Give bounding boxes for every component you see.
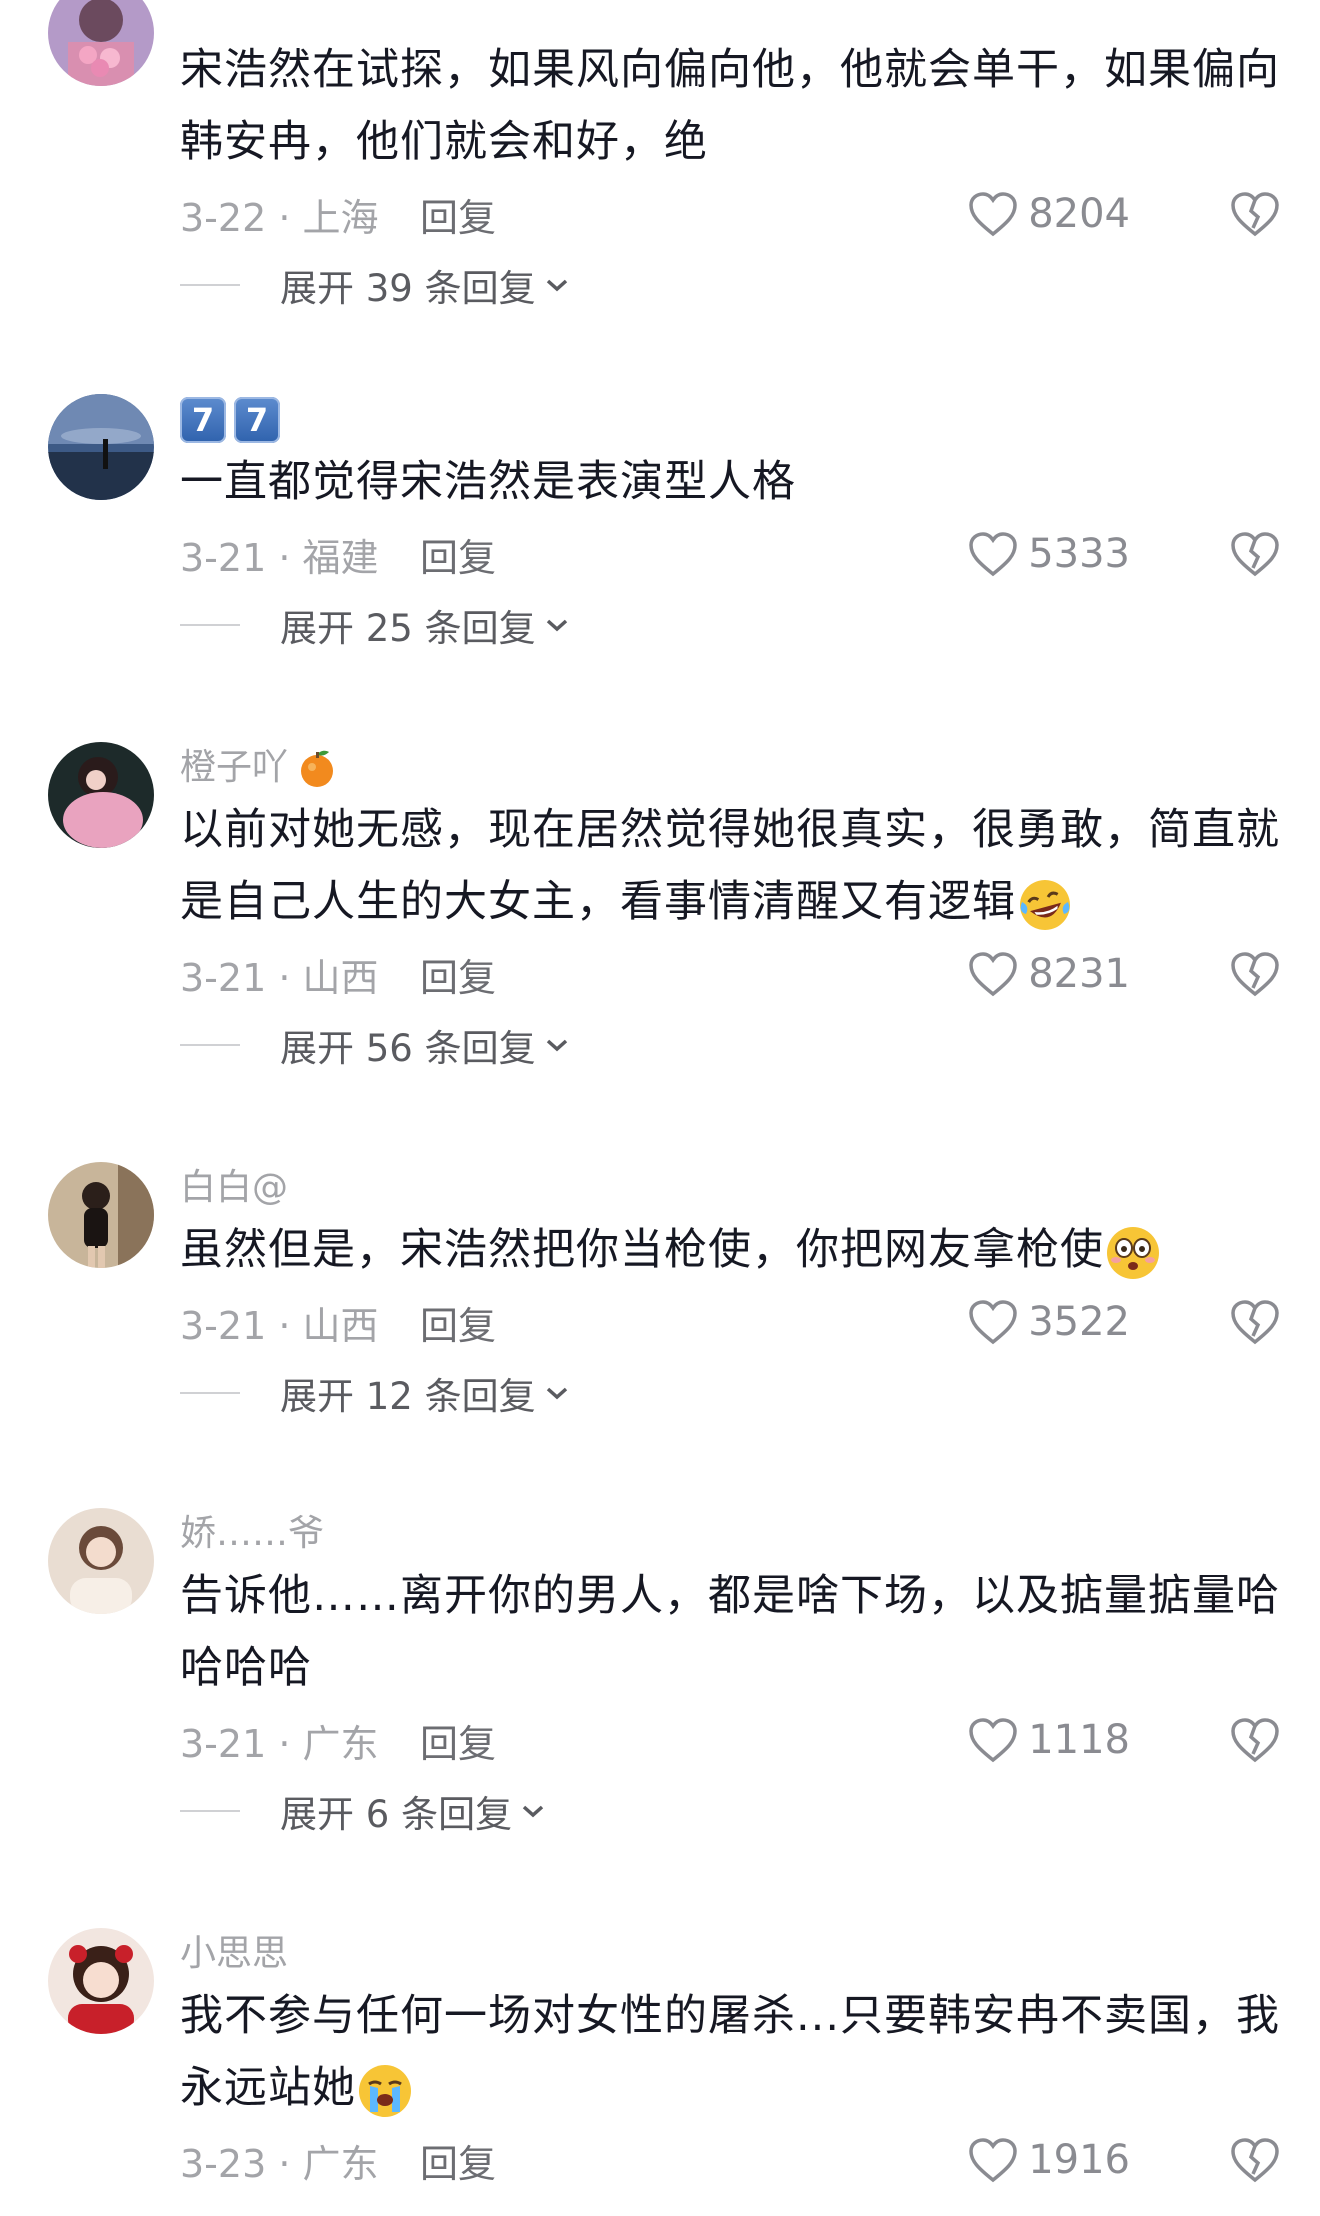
comment-text: 以前对她无感，现在居然觉得她很真实，很勇敢，简直就是自己人生的大女主，看事情清醒… <box>180 794 1280 938</box>
heart-icon <box>969 2138 1017 2183</box>
comment-meta: 3-21 · 山西 回复 8231 <box>180 938 1280 1010</box>
divider-line <box>180 284 240 286</box>
comment-text-content: 我不参与任何一场对女性的屠杀...只要韩安冉不卖国，我永远站她 <box>180 1991 1281 2113</box>
dislike-button[interactable] <box>1230 178 1280 250</box>
comment-meta: 3-23 · 广东 回复 1916 <box>180 2124 1280 2196</box>
chevron-down-icon <box>546 1039 567 1052</box>
like-button[interactable]: 8204 <box>968 178 1130 250</box>
chevron-down-icon <box>522 1805 544 1818</box>
reply-button[interactable]: 回复 <box>420 947 496 1002</box>
username-text: 小思思 <box>180 1933 289 1974</box>
like-button[interactable]: 1916 <box>968 2124 1130 2196</box>
comment-text: 一直都觉得宋浩然是表演型人格 <box>180 457 796 507</box>
chevron-down-icon <box>546 619 567 632</box>
expand-replies-label: 展开 39 条回复 <box>280 267 536 310</box>
comment-date-location: 3-22 · 上海 <box>180 195 379 240</box>
broken-heart-icon <box>1231 2138 1279 2183</box>
reply-button[interactable]: 回复 <box>420 1295 496 1350</box>
keycap-digit: 7 <box>180 397 226 443</box>
expand-replies-label: 展开 25 条回复 <box>280 607 536 650</box>
dislike-button[interactable] <box>1230 518 1280 590</box>
reply-button[interactable]: 回复 <box>420 2133 496 2188</box>
comment-meta: 3-21 · 福建 回复 5333 <box>180 518 1280 590</box>
like-count: 1118 <box>1028 1717 1130 1763</box>
reply-button[interactable]: 回复 <box>420 527 496 582</box>
like-count: 5333 <box>1028 531 1130 577</box>
username[interactable]: 娇……爷 <box>180 1508 1280 1560</box>
like-count: 8231 <box>1028 951 1130 997</box>
laughing-tears-emoji-icon <box>1016 876 1074 934</box>
like-button[interactable]: 5333 <box>968 518 1130 590</box>
expand-replies-button[interactable]: 展开 6 条回复 <box>180 1776 1280 1846</box>
like-count: 8204 <box>1028 191 1130 237</box>
username-text: 娇……爷 <box>180 1513 325 1554</box>
avatar[interactable] <box>48 1162 154 1268</box>
comment-date-location: 3-21 · 广东 <box>180 1721 379 1766</box>
broken-heart-icon <box>1231 192 1279 237</box>
comment-text-content: 以前对她无感，现在居然觉得她很真实，很勇敢，简直就是自己人生的大女主，看事情清醒… <box>180 805 1280 927</box>
heart-icon <box>969 532 1017 577</box>
comment-text: 宋浩然在试探，如果风向偏向他，他就会单干，如果偏向韩安冉，他们就会和好，绝 <box>180 45 1280 167</box>
avatar[interactable] <box>48 394 154 500</box>
reply-button[interactable]: 回复 <box>420 1713 496 1768</box>
comment-meta: 3-21 · 山西 回复 3522 <box>180 1286 1280 1358</box>
like-count: 3522 <box>1028 1299 1130 1345</box>
comment-date-location: 3-21 · 山西 <box>180 955 379 1000</box>
keycap-digit: 7 <box>234 397 280 443</box>
avatar[interactable] <box>48 1508 154 1614</box>
heart-icon <box>969 952 1017 997</box>
chevron-down-icon <box>546 279 567 292</box>
expand-replies-label: 展开 12 条回复 <box>280 1375 536 1418</box>
chevron-down-icon <box>546 1387 567 1400</box>
expand-replies-label: 展开 56 条回复 <box>280 1027 536 1070</box>
like-button[interactable]: 8231 <box>968 938 1130 1010</box>
dizzy-face-emoji-icon <box>1104 1224 1162 1282</box>
dislike-button[interactable] <box>1230 938 1280 1010</box>
expand-replies-button[interactable]: 展开 39 条回复 <box>180 250 1280 320</box>
broken-heart-icon <box>1231 952 1279 997</box>
heart-icon <box>969 1300 1017 1345</box>
heart-icon <box>969 192 1017 237</box>
expand-replies-button[interactable]: 展开 25 条回复 <box>180 590 1280 660</box>
broken-heart-icon <box>1231 1718 1279 1763</box>
divider-line <box>180 1810 240 1812</box>
dislike-button[interactable] <box>1230 1704 1280 1776</box>
comment-date-location: 3-23 · 广东 <box>180 2141 379 2186</box>
comment-text-content: 虽然但是，宋浩然把你当枪使，你把网友拿枪使 <box>180 1225 1104 1275</box>
reply-button[interactable]: 回复 <box>420 187 496 242</box>
dislike-button[interactable] <box>1230 2124 1280 2196</box>
comment-date-location: 3-21 · 福建 <box>180 535 379 580</box>
heart-icon <box>969 1718 1017 1763</box>
expand-replies-button[interactable]: 展开 56 条回复 <box>180 1010 1280 1080</box>
username[interactable]: 7 7 <box>180 394 1280 446</box>
divider-line <box>180 624 240 626</box>
username[interactable]: 小思思 <box>180 1928 1280 1980</box>
comment-text: 告诉他……离开你的男人，都是啥下场，以及掂量掂量哈哈哈哈 <box>180 1571 1280 1693</box>
comment-meta: 3-22 · 上海 回复 8204 <box>180 178 1280 250</box>
like-button[interactable]: 1118 <box>968 1704 1130 1776</box>
username[interactable]: 橙子吖 <box>180 742 1280 794</box>
username[interactable]: 白白@ <box>180 1162 1280 1214</box>
like-count: 1916 <box>1028 2137 1130 2183</box>
username-text: 橙子吖 <box>180 747 289 788</box>
avatar[interactable] <box>48 742 154 848</box>
comment-text: 虽然但是，宋浩然把你当枪使，你把网友拿枪使 <box>180 1214 1280 1286</box>
dislike-button[interactable] <box>1230 1286 1280 1358</box>
avatar[interactable] <box>48 1928 154 2034</box>
broken-heart-icon <box>1231 1300 1279 1345</box>
crying-emoji-icon <box>356 2062 414 2120</box>
expand-replies-label: 展开 6 条回复 <box>280 1793 513 1836</box>
divider-line <box>180 1044 240 1046</box>
avatar[interactable] <box>48 0 154 86</box>
comment-meta: 3-21 · 广东 回复 1118 <box>180 1704 1280 1776</box>
comment-date-location: 3-21 · 山西 <box>180 1303 379 1348</box>
username-text: 白白@ <box>180 1167 289 1208</box>
divider-line <box>180 1392 240 1394</box>
like-button[interactable]: 3522 <box>968 1286 1130 1358</box>
expand-replies-button[interactable]: 展开 12 条回复 <box>180 1358 1280 1428</box>
comment-text: 我不参与任何一场对女性的屠杀...只要韩安冉不卖国，我永远站她 <box>180 1980 1280 2124</box>
broken-heart-icon <box>1231 532 1279 577</box>
orange-emoji-icon <box>301 750 334 787</box>
comment-feed: 宋浩然在试探，如果风向偏向他，他就会单干，如果偏向韩安冉，他们就会和好，绝 3-… <box>0 0 1320 2216</box>
